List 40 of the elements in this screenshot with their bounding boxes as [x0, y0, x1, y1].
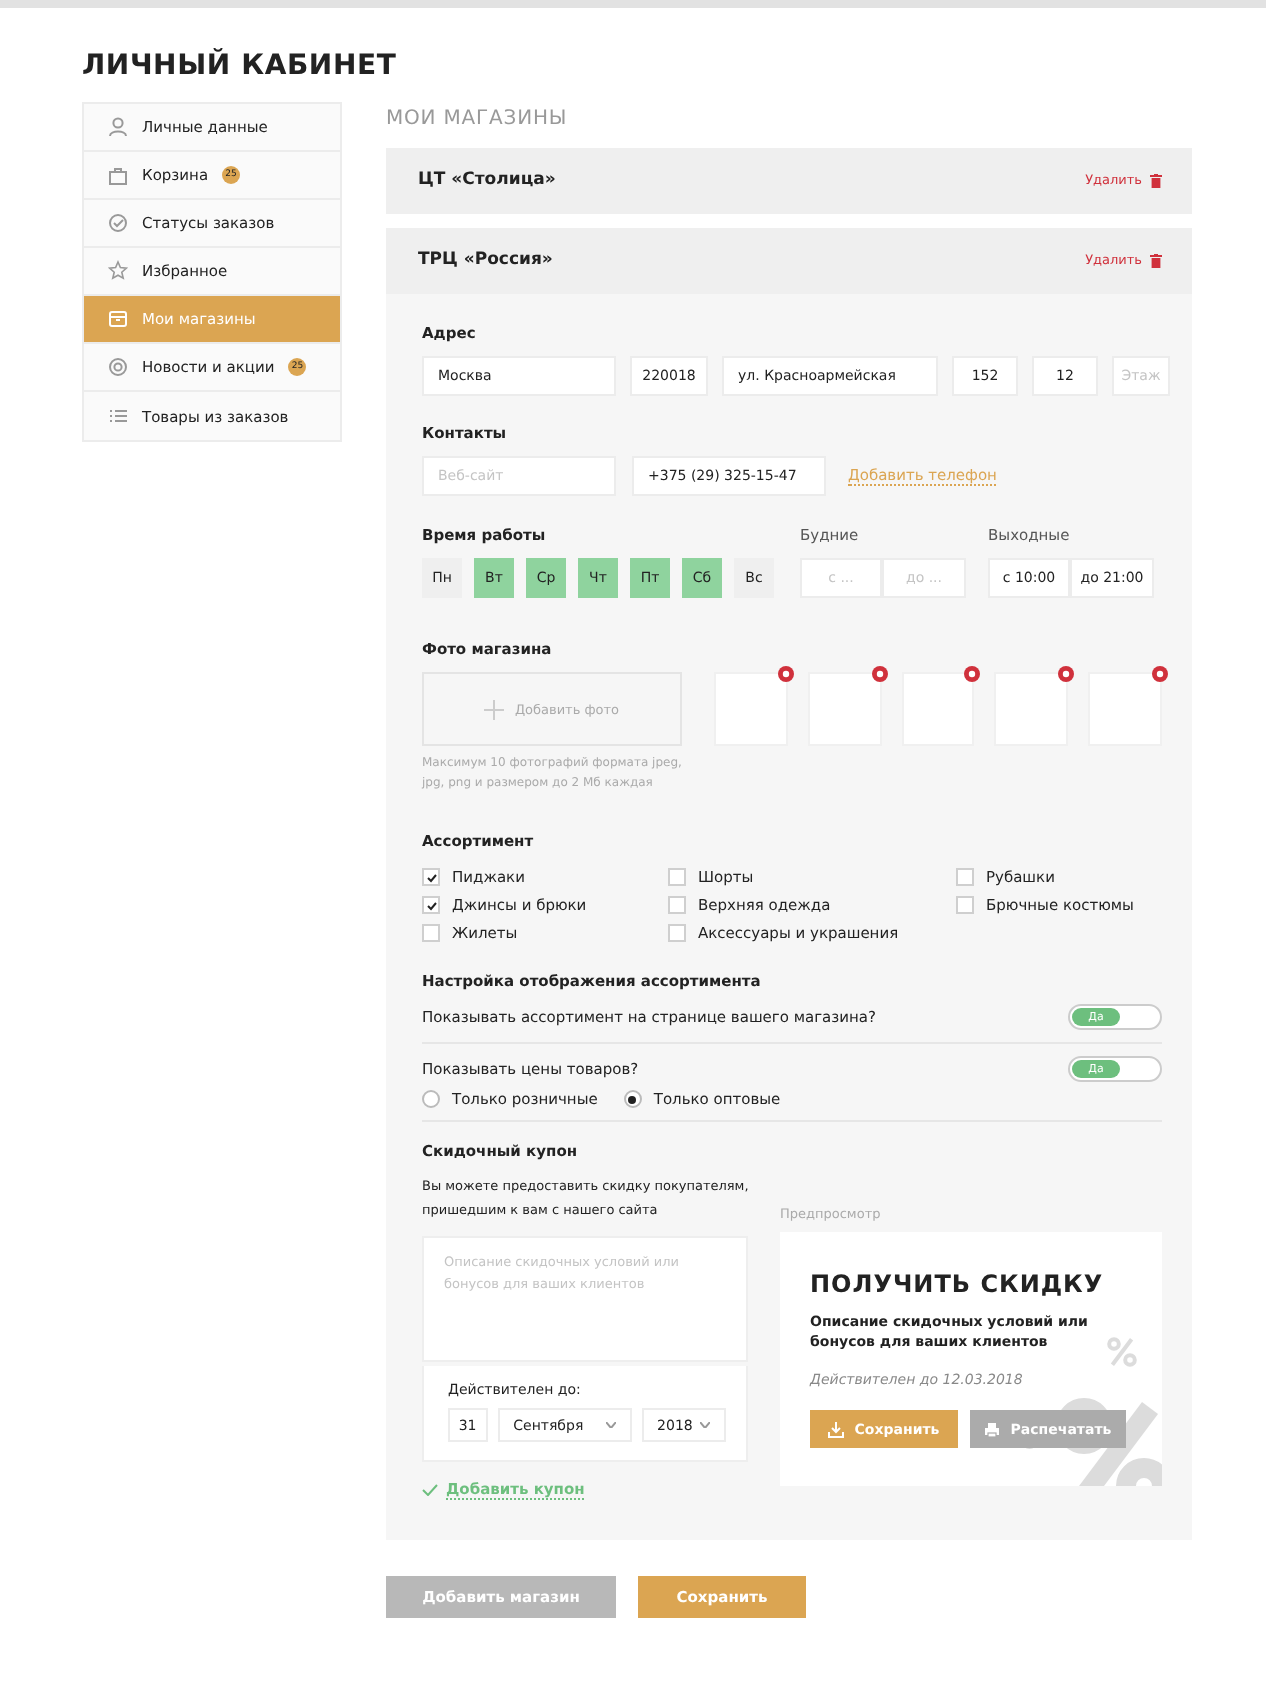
printer-icon: [984, 1421, 1001, 1437]
store-name: ТРЦ «Россия»: [418, 250, 553, 270]
checkbox[interactable]: [422, 896, 440, 914]
download-icon: [828, 1421, 845, 1437]
remove-icon: [1151, 666, 1168, 682]
store-name: ЦТ «Столица»: [418, 170, 556, 190]
photo-slot[interactable]: [994, 672, 1069, 746]
photo-slot[interactable]: [901, 672, 975, 746]
store-icon: [108, 308, 128, 330]
photo-slot[interactable]: [1088, 672, 1162, 746]
remove-icon: [964, 666, 981, 682]
checkbox[interactable]: [956, 868, 974, 886]
check-circle-icon: [108, 212, 128, 234]
page-title: ЛИЧНЫЙ КАБИНЕТ: [82, 50, 399, 82]
checkbox[interactable]: [422, 868, 440, 886]
radio-button[interactable]: [422, 1090, 440, 1108]
caret-icon: [605, 1422, 616, 1428]
radio-button[interactable]: [623, 1090, 642, 1108]
remove-icon: [1058, 666, 1075, 682]
checkbox[interactable]: [668, 896, 686, 914]
coin-icon: [108, 356, 128, 378]
trash-icon: [1150, 173, 1162, 187]
checkbox[interactable]: [422, 924, 440, 942]
remove-icon: [777, 666, 794, 682]
caret-icon: [699, 1422, 710, 1428]
section-title: МОИ МАГАЗИНЫ: [386, 106, 570, 130]
trash-icon: [1150, 253, 1162, 267]
photo-slot[interactable]: [807, 672, 882, 746]
photo-slot[interactable]: [714, 672, 788, 746]
checkbox[interactable]: [668, 924, 686, 942]
percent-icon: [1106, 1336, 1138, 1368]
star-icon: [108, 260, 128, 282]
checkbox[interactable]: [668, 868, 686, 886]
coupon-title: ПОЛУЧИТЬ СКИДКУ: [810, 1270, 1106, 1298]
bag-icon: [108, 164, 128, 186]
remove-icon: [871, 666, 888, 682]
checkbox[interactable]: [956, 896, 974, 914]
checkmark-icon: [422, 1484, 438, 1496]
person-icon: [108, 116, 128, 138]
plus-icon: [484, 699, 505, 719]
